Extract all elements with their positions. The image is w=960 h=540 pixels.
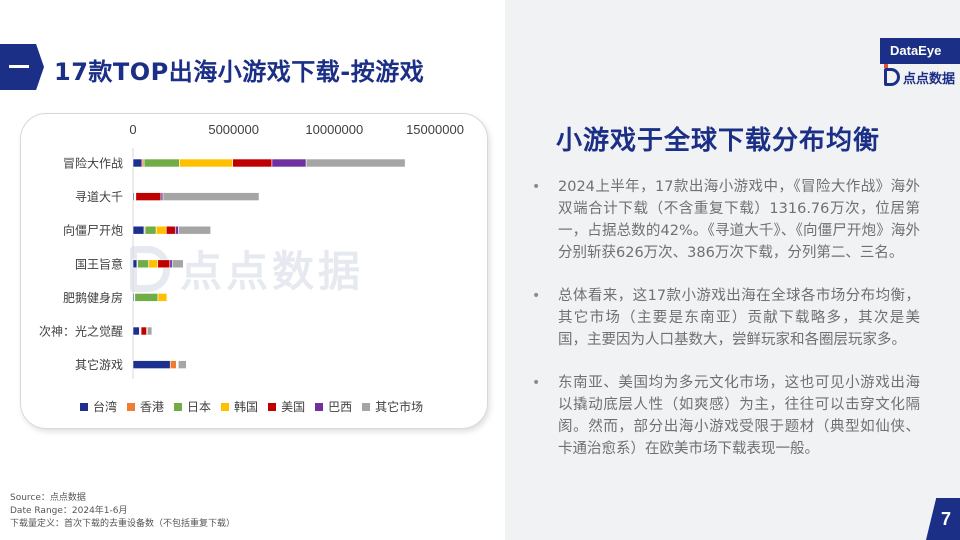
bullet-item: • 东南亚、美国均为多元文化市场，这也可见小游戏出海以撬动底层人性（如爽感）为主… (532, 372, 920, 460)
bar-segment (155, 225, 167, 235)
diandian-logo-icon (884, 64, 900, 86)
bar-segment (162, 192, 260, 201)
bar-segment (271, 158, 307, 168)
bullet-dot-icon: • (532, 288, 541, 304)
bar-segment (143, 158, 180, 168)
diandian-logo-text: 点点数据 (903, 71, 956, 87)
legend-item: 台湾 (80, 398, 117, 415)
legend-item: 美国 (268, 398, 305, 415)
legend-label: 其它市场 (375, 400, 424, 414)
right-heading: 小游戏于全球下载分布均衡 (556, 126, 881, 156)
bar-segment (169, 360, 177, 369)
date-range-line: Date Range：2024年1-6月 (10, 506, 128, 516)
bar-segment (132, 259, 138, 269)
x-tick-label: 10000000 (305, 122, 363, 137)
bar-segment (137, 259, 150, 269)
legend-label: 美国 (281, 400, 306, 414)
bar-segment (232, 158, 273, 168)
bar-segment (132, 225, 145, 235)
bar-segment (305, 158, 406, 168)
category-label: 其它游戏 (75, 357, 123, 372)
legend-item: 巴西 (315, 398, 352, 415)
bar-segment (132, 360, 171, 369)
source-line: Source：点点数据 (10, 493, 86, 503)
category-label: 肥鹅健身房 (63, 290, 123, 305)
legend-label: 巴西 (328, 400, 353, 414)
diandian-logo: 点点数据 (884, 64, 956, 88)
title-dash-icon (9, 65, 29, 68)
bar-segment (160, 192, 164, 201)
legend-item: 其它市场 (362, 398, 423, 415)
legend-swatch-icon (221, 402, 230, 411)
x-tick-label: 5000000 (208, 122, 259, 137)
chart-legend: 台湾 香港 日本 韩国 美国 巴西 其它市场 (80, 398, 423, 415)
x-tick-label: 0 (129, 122, 136, 137)
bullet-text: 总体看来，这17款小游戏出海在全球各市场分布均衡，其它市场（主要是东南亚）贡献下… (558, 288, 920, 348)
bullet-dot-icon: • (532, 179, 541, 195)
bar-segment (146, 326, 153, 336)
legend-label: 台湾 (93, 400, 118, 414)
category-label: 向僵尸开炮 (63, 223, 123, 238)
x-tick-label: 15000000 (406, 122, 464, 137)
legend-item: 香港 (127, 398, 164, 415)
legend-swatch-icon (80, 402, 88, 411)
legend-swatch-icon (315, 402, 324, 411)
dataeye-logo: DataEye (880, 38, 960, 64)
bar-segment (179, 158, 233, 168)
source-notes: Source：点点数据 Date Range：2024年1-6月 下载量定义：首… (10, 492, 235, 531)
bar-segment (165, 225, 176, 235)
bar-segment (178, 225, 212, 235)
legend-label: 韩国 (234, 400, 259, 414)
stacked-bar-chart: 0 5000000 10000000 15000000 冒险大作战寻道大千向僵尸开炮国王… (39, 122, 464, 379)
bar-segment (174, 225, 179, 235)
bar-segment (135, 192, 162, 201)
bar-segment (141, 158, 145, 168)
page-title: 17款TOP出海小游戏下载-按游戏 (54, 58, 425, 86)
category-label: 寻道大千 (75, 190, 123, 204)
bullet-list: • 2024上半年，17款出海小游戏中，《冒险大作战》海外双端合计下载（不含重复… (532, 176, 920, 481)
legend-item: 韩国 (221, 398, 258, 415)
category-label: 国王旨意 (75, 256, 123, 271)
bar-segment (167, 293, 169, 302)
bullet-text: 东南亚、美国均为多元文化市场，这也可见小游戏出海以撬动底层人性（如爽感）为主，往… (558, 375, 920, 457)
category-label: 冒险大作战 (63, 156, 123, 171)
bullet-item: • 总体看来，这17款小游戏出海在全球各市场分布均衡，其它市场（主要是东南亚）贡… (532, 285, 920, 351)
bar-segment (169, 259, 173, 269)
bar-segment (134, 293, 159, 302)
legend-swatch-icon (362, 402, 371, 411)
legend-swatch-icon (127, 402, 136, 411)
bullet-dot-icon: • (532, 375, 541, 391)
legend-label: 日本 (187, 400, 212, 414)
bullet-item: • 2024上半年，17款出海小游戏中，《冒险大作战》海外双端合计下载（不含重复… (532, 176, 920, 264)
bar-segment (148, 259, 159, 269)
bar-segment (132, 158, 143, 168)
bar-segment (171, 259, 184, 269)
legend-item: 日本 (174, 398, 211, 415)
bar-segment (144, 225, 157, 235)
legend-swatch-icon (174, 402, 183, 411)
legend-label: 香港 (140, 400, 165, 414)
bar-segment (132, 326, 140, 336)
definition-line: 下载量定义：首次下载的去重设备数（不包括重复下载） (10, 519, 236, 529)
legend-swatch-icon (268, 402, 277, 411)
category-label: 次神：光之觉醒 (39, 325, 123, 339)
bar-segment (140, 326, 147, 336)
bar-segment (178, 360, 187, 369)
bullet-text: 2024上半年，17款出海小游戏中，《冒险大作战》海外双端合计下载（不含重复下载… (558, 179, 920, 261)
bar-segment (157, 293, 168, 302)
bar-segment (157, 259, 171, 269)
